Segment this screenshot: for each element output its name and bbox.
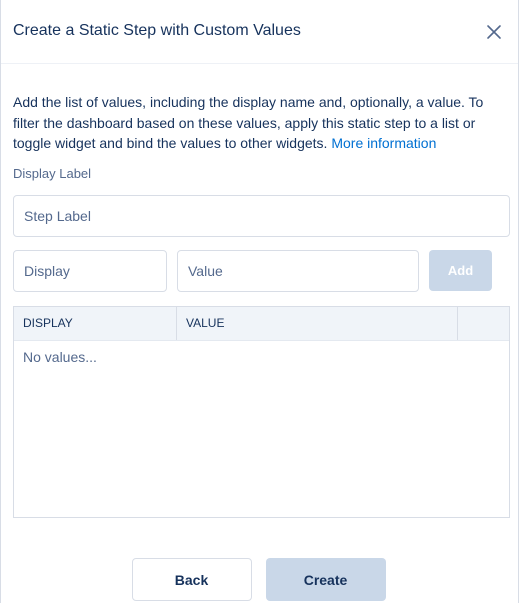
create-static-step-modal: Create a Static Step with Custom Values … xyxy=(0,0,519,603)
description-text: Add the list of values, including the di… xyxy=(13,92,506,154)
more-information-link[interactable]: More information xyxy=(331,133,436,154)
modal-body: Add the list of values, including the di… xyxy=(1,64,518,518)
back-button[interactable]: Back xyxy=(131,558,252,601)
column-header-actions xyxy=(458,307,509,340)
column-header-value[interactable]: VALUE xyxy=(177,306,458,340)
table-empty-message: No values... xyxy=(23,348,97,365)
add-value-row: Display Value Add xyxy=(13,249,506,292)
close-button[interactable] xyxy=(480,18,508,46)
create-button[interactable]: Create xyxy=(265,558,386,601)
values-table: DISPLAY VALUE No values... xyxy=(13,305,510,518)
close-icon xyxy=(487,24,501,39)
modal-footer: Back Create xyxy=(1,558,519,603)
add-button[interactable]: Add xyxy=(429,250,492,291)
display-placeholder: Display xyxy=(24,262,70,279)
table-header: DISPLAY VALUE xyxy=(14,306,509,341)
value-placeholder: Value xyxy=(188,262,223,279)
modal-title: Create a Static Step with Custom Values xyxy=(13,21,301,39)
display-label-heading: Display Label xyxy=(13,165,92,181)
step-label-input[interactable]: Step Label xyxy=(13,194,510,237)
display-input[interactable]: Display xyxy=(13,249,167,292)
modal-header: Create a Static Step with Custom Values xyxy=(1,0,518,64)
column-header-display[interactable]: DISPLAY xyxy=(14,306,177,340)
value-input[interactable]: Value xyxy=(177,249,419,292)
step-label-placeholder: Step Label xyxy=(24,207,91,224)
